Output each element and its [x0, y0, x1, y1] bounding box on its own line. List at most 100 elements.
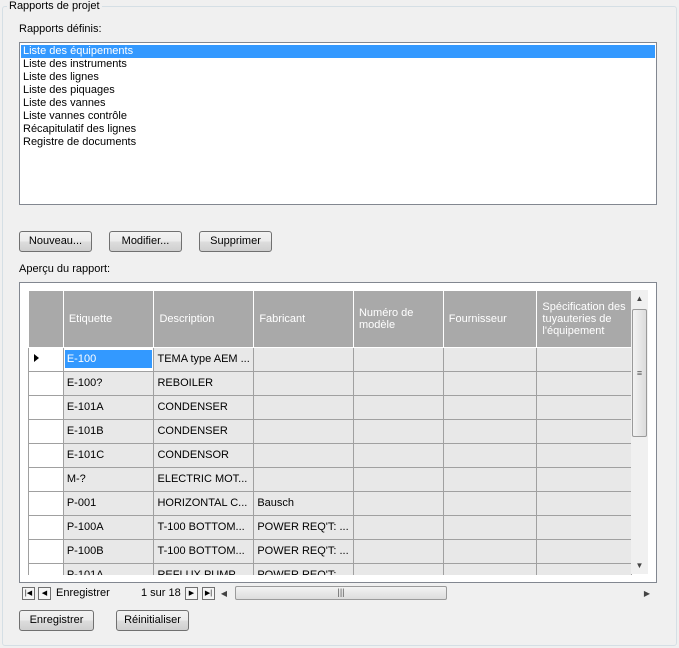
list-item[interactable]: Liste des vannes	[21, 97, 655, 110]
row-header[interactable]	[28, 418, 64, 444]
grid-horizontal-scrollbar[interactable]: ◀ ||| ▶	[218, 585, 657, 602]
horizontal-scroll-thumb[interactable]: |||	[235, 586, 447, 600]
row-header[interactable]	[28, 394, 64, 420]
table-cell[interactable]	[442, 418, 538, 444]
table-cell[interactable]	[536, 466, 632, 492]
column-header[interactable]: Etiquette	[62, 291, 155, 348]
table-row[interactable]: E-101C CONDENSOR	[28, 442, 632, 468]
table-cell[interactable]: P-001	[62, 490, 155, 516]
row-header[interactable]	[28, 538, 64, 564]
table-cell[interactable]	[442, 562, 538, 575]
row-header[interactable]	[28, 442, 64, 468]
table-row[interactable]: P-100B T-100 BOTTOM... POWER REQ'T: ...	[28, 538, 632, 564]
table-cell[interactable]	[442, 466, 538, 492]
table-cell[interactable]	[442, 346, 538, 372]
next-record-icon[interactable]: ▶	[185, 587, 198, 600]
list-item[interactable]: Liste des instruments	[21, 58, 655, 71]
table-cell[interactable]	[352, 514, 444, 540]
table-cell[interactable]	[352, 490, 444, 516]
list-item[interactable]: Liste vannes contrôle	[21, 110, 655, 123]
column-header[interactable]: Fournisseur	[442, 291, 538, 348]
table-cell[interactable]: HORIZONTAL C...	[153, 490, 255, 516]
table-cell[interactable]: CONDENSOR	[153, 442, 255, 468]
table-cell[interactable]	[536, 514, 632, 540]
delete-report-button[interactable]: Supprimer	[199, 231, 272, 252]
table-cell[interactable]: T-100 BOTTOM...	[153, 538, 255, 564]
table-cell[interactable]	[536, 538, 632, 564]
table-cell[interactable]: POWER REQ'T: ...	[253, 514, 354, 540]
table-row[interactable]: E-101A CONDENSER	[28, 394, 632, 420]
table-cell[interactable]	[253, 418, 354, 444]
table-cell[interactable]	[536, 562, 632, 575]
grid-vertical-scrollbar[interactable]: ▲ ≡ ▼	[631, 290, 648, 574]
table-cell[interactable]	[536, 394, 632, 420]
last-record-icon[interactable]: ▶|	[202, 587, 215, 600]
table-cell[interactable]	[536, 442, 632, 468]
table-cell[interactable]: P-100A	[62, 514, 155, 540]
table-cell[interactable]	[352, 370, 444, 396]
table-cell[interactable]	[253, 370, 354, 396]
table-cell[interactable]: TEMA type AEM ...	[153, 346, 255, 372]
table-cell[interactable]	[352, 562, 444, 575]
scroll-left-icon[interactable]: ◀	[218, 585, 230, 602]
table-cell[interactable]	[442, 538, 538, 564]
report-preview-grid[interactable]: Etiquette Description Fabricant Numéro d…	[19, 282, 657, 583]
table-cell[interactable]: E-101B	[62, 418, 155, 444]
table-cell[interactable]: P-101A	[62, 562, 155, 575]
table-cell[interactable]: M-?	[62, 466, 155, 492]
column-header[interactable]: Description	[153, 291, 255, 348]
table-row[interactable]: E-100? REBOILER	[28, 370, 632, 396]
table-cell[interactable]: CONDENSER	[153, 394, 255, 420]
save-button[interactable]: Enregistrer	[19, 610, 94, 631]
new-report-button[interactable]: Nouveau...	[19, 231, 92, 252]
table-cell[interactable]	[352, 394, 444, 420]
table-cell[interactable]: REBOILER	[153, 370, 255, 396]
table-cell[interactable]	[536, 370, 632, 396]
table-cell[interactable]: E-100	[62, 346, 155, 372]
scroll-right-icon[interactable]: ▶	[641, 585, 653, 602]
scroll-up-icon[interactable]: ▲	[631, 290, 648, 307]
table-cell[interactable]	[352, 538, 444, 564]
first-record-icon[interactable]: |◀	[22, 587, 35, 600]
previous-record-icon[interactable]: ◀	[38, 587, 51, 600]
table-cell[interactable]: POWER REQ'T: ...	[253, 562, 354, 575]
table-cell[interactable]	[253, 442, 354, 468]
modify-report-button[interactable]: Modifier...	[109, 231, 182, 252]
row-header[interactable]	[28, 514, 64, 540]
list-item[interactable]: Liste des piquages	[21, 84, 655, 97]
table-cell[interactable]: P-100B	[62, 538, 155, 564]
table-cell[interactable]: CONDENSER	[153, 418, 255, 444]
table-cell[interactable]: Bausch	[253, 490, 354, 516]
table-cell[interactable]	[352, 346, 444, 372]
table-cell[interactable]	[253, 466, 354, 492]
column-header[interactable]: Spécification des tuyauteries de l'équip…	[536, 291, 632, 348]
defined-reports-list[interactable]: Liste des équipements Liste des instrume…	[19, 42, 657, 205]
table-cell[interactable]	[536, 346, 632, 372]
table-row[interactable]: E-101B CONDENSER	[28, 418, 632, 444]
list-item[interactable]: Liste des lignes	[21, 71, 655, 84]
table-row[interactable]: P-101A REFLUX PUMP POWER REQ'T: ...	[28, 562, 632, 575]
table-cell[interactable]: T-100 BOTTOM...	[153, 514, 255, 540]
reset-button[interactable]: Réinitialiser	[116, 610, 189, 631]
table-cell[interactable]	[536, 490, 632, 516]
table-cell[interactable]: E-100?	[62, 370, 155, 396]
table-cell[interactable]	[442, 442, 538, 468]
table-cell[interactable]	[352, 418, 444, 444]
vertical-scroll-thumb[interactable]: ≡	[632, 309, 647, 437]
list-item[interactable]: Récapitulatif des lignes	[21, 123, 655, 136]
row-header[interactable]	[28, 370, 64, 396]
table-cell[interactable]	[442, 490, 538, 516]
table-cell[interactable]	[352, 442, 444, 468]
table-cell[interactable]	[253, 394, 354, 420]
table-cell[interactable]: POWER REQ'T: ...	[253, 538, 354, 564]
table-row[interactable]: P-100A T-100 BOTTOM... POWER REQ'T: ...	[28, 514, 632, 540]
table-cell[interactable]: REFLUX PUMP	[153, 562, 255, 575]
row-header[interactable]	[28, 562, 64, 575]
column-header[interactable]: Fabricant	[253, 291, 354, 348]
table-cell[interactable]	[536, 418, 632, 444]
column-header[interactable]: Numéro de modèle	[352, 291, 444, 348]
table-cell[interactable]	[352, 466, 444, 492]
table-cell[interactable]	[442, 514, 538, 540]
table-row[interactable]: P-001 HORIZONTAL C... Bausch	[28, 490, 632, 516]
table-cell[interactable]: ELECTRIC MOT...	[153, 466, 255, 492]
